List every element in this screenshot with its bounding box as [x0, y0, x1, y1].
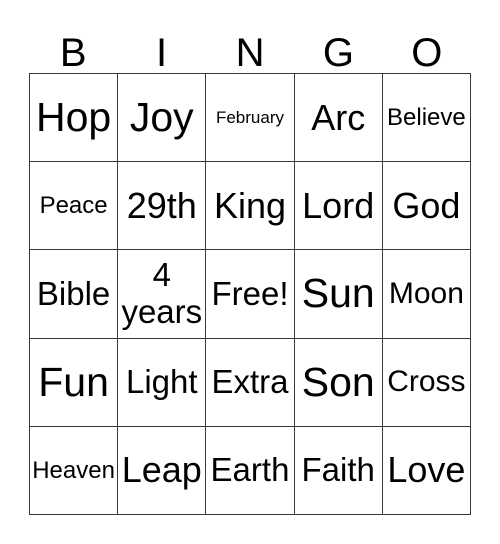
bingo-cell-label: God [392, 184, 461, 226]
bingo-cell-n5[interactable]: Earth [206, 426, 295, 515]
bingo-cell-label: Faith [301, 451, 375, 489]
bingo-cell-label: Arc [311, 96, 366, 138]
bingo-cell-i3[interactable]: 4 years [118, 250, 207, 339]
bingo-cell-label: Light [126, 362, 198, 400]
bingo-cell-o3[interactable]: Moon [382, 250, 471, 339]
bingo-header-row: B I N G O [29, 18, 471, 73]
bingo-cell-label: Leap [121, 449, 202, 491]
bingo-cell-label: Free! [211, 274, 289, 312]
bingo-cell-b1[interactable]: Hop [30, 74, 119, 163]
bingo-cell-label: Bible [36, 274, 111, 312]
bingo-cell-b4[interactable]: Fun [30, 338, 119, 427]
bingo-cell-b5[interactable]: Heaven [30, 426, 119, 515]
bingo-cell-label: February [215, 107, 284, 127]
bingo-cell-label: Extra [211, 362, 289, 400]
bingo-cell-o5[interactable]: Love [382, 426, 471, 515]
bingo-cell-label: Lord [302, 184, 375, 226]
bingo-cell-label: Son [301, 358, 375, 405]
bingo-cell-label: Cross [387, 365, 466, 399]
bingo-header-letter-n: N [235, 31, 265, 75]
bingo-cell-i1[interactable]: Joy [118, 74, 207, 163]
bingo-cell-label: Love [387, 449, 466, 491]
bingo-header-letter-o: O [411, 31, 443, 75]
bingo-cell-g4[interactable]: Son [294, 338, 383, 427]
bingo-cell-n1[interactable]: February [206, 74, 295, 163]
bingo-cell-i2[interactable]: 29th [118, 162, 207, 251]
bingo-cell-n4[interactable]: Extra [206, 338, 295, 427]
bingo-cell-g1[interactable]: Arc [294, 74, 383, 163]
bingo-header-letter-b: B [59, 31, 87, 75]
bingo-cell-label: 4 years [121, 256, 203, 330]
bingo-cell-i4[interactable]: Light [118, 338, 207, 427]
bingo-cell-label: Sun [301, 270, 375, 317]
bingo-cell-label: King [213, 184, 287, 226]
bingo-cell-b2[interactable]: Peace [30, 162, 119, 251]
bingo-cell-label: Moon [388, 277, 464, 311]
bingo-cell-label: Peace [39, 192, 108, 220]
bingo-cell-label: Hop [35, 94, 112, 141]
bingo-cell-label: Fun [38, 358, 109, 405]
bingo-header-letter-g: G [322, 31, 354, 75]
bingo-cell-b3[interactable]: Bible [30, 250, 119, 339]
bingo-card: B I N G O Hop Joy February Arc Believe P… [0, 0, 500, 544]
bingo-cell-label: Believe [387, 104, 466, 131]
bingo-header-letter-i: I [156, 31, 168, 75]
bingo-cell-label: Heaven [32, 456, 115, 484]
bingo-cell-o1[interactable]: Believe [382, 74, 471, 163]
bingo-cell-o2[interactable]: God [382, 162, 471, 251]
bingo-cell-label: Earth [210, 451, 290, 489]
bingo-cell-g5[interactable]: Faith [294, 426, 383, 515]
bingo-cell-n2[interactable]: King [206, 162, 295, 251]
bingo-cell-o4[interactable]: Cross [382, 338, 471, 427]
bingo-cell-n3[interactable]: Free! [206, 250, 295, 339]
bingo-cell-i5[interactable]: Leap [118, 426, 207, 515]
bingo-grid: Hop Joy February Arc Believe Peace 29th … [29, 73, 471, 515]
bingo-cell-label: Joy [129, 94, 194, 141]
bingo-cell-g2[interactable]: Lord [294, 162, 383, 251]
bingo-cell-label: 29th [126, 184, 197, 226]
bingo-cell-g3[interactable]: Sun [294, 250, 383, 339]
